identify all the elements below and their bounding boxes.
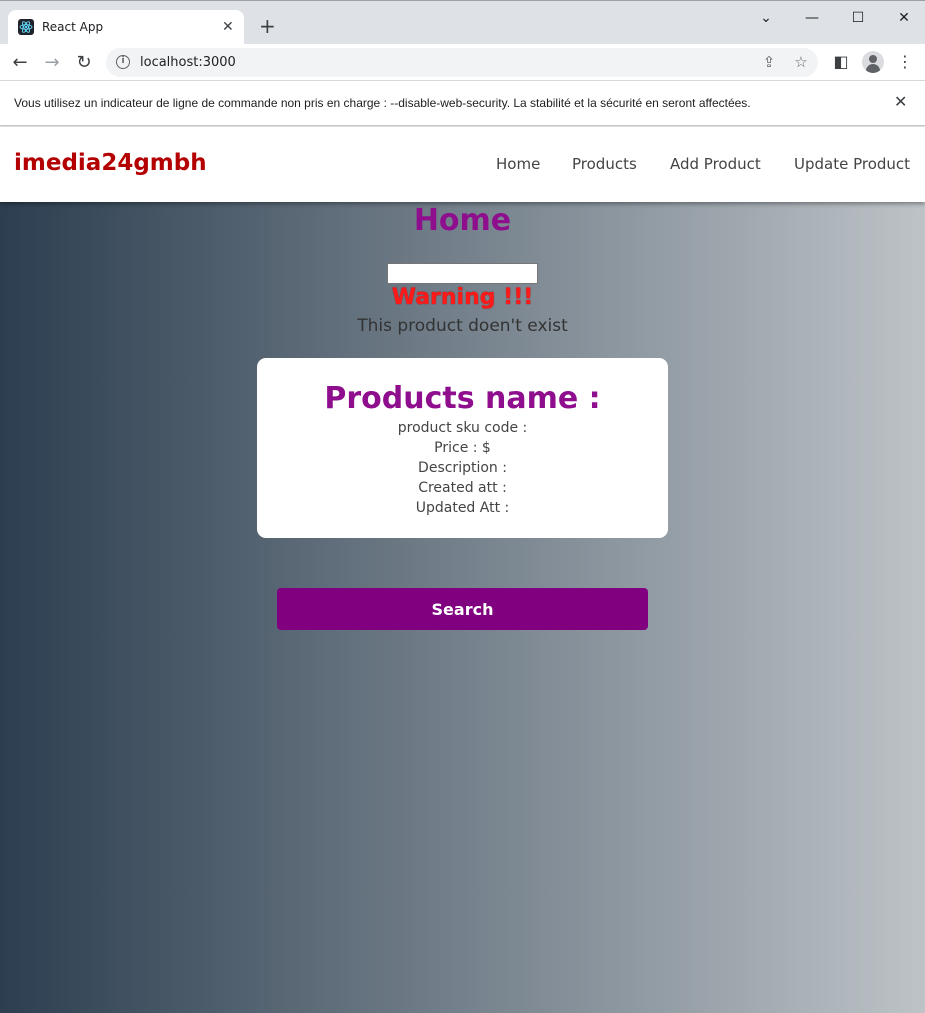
reload-icon[interactable]: ↻ xyxy=(73,52,95,74)
minimize-icon[interactable]: ⌄ xyxy=(756,10,776,26)
product-name-title: Products name : xyxy=(324,381,601,416)
warning-message: This product doen't exist xyxy=(357,316,568,336)
product-card: Products name : product sku code : Price… xyxy=(257,358,668,538)
browser-tab[interactable]: React App ✕ xyxy=(8,10,244,45)
close-icon[interactable]: ✕ xyxy=(222,19,234,35)
minimize-icon[interactable]: — xyxy=(802,10,822,26)
star-icon[interactable]: ☆ xyxy=(792,53,810,71)
close-icon[interactable]: ✕ xyxy=(894,10,914,26)
product-sku: product sku code : xyxy=(397,420,528,436)
address-bar[interactable]: i localhost:3000 ⇪ ☆ xyxy=(106,48,818,77)
back-arrow-icon[interactable]: ← xyxy=(9,52,31,74)
product-description: Description : xyxy=(418,460,507,476)
nav-link-update-product[interactable]: Update Product xyxy=(794,155,910,173)
nav-link-home[interactable]: Home xyxy=(496,155,540,173)
close-icon[interactable]: ✕ xyxy=(894,93,907,111)
page-title: Home xyxy=(413,203,512,238)
side-panel-icon[interactable]: ◧ xyxy=(831,52,851,72)
site-navbar: imedia24gmbh Home Products Add Product U… xyxy=(0,127,925,202)
browser-toolbar: ← → ↻ i localhost:3000 ⇪ ☆ ◧ ⋮ xyxy=(0,44,925,81)
product-updated: Updated Att : xyxy=(415,500,510,516)
brand-logo[interactable]: imedia24gmbh xyxy=(14,150,207,176)
kebab-menu-icon[interactable]: ⋮ xyxy=(895,52,915,72)
browser-title-bar: React App ✕ + ⌄ — ☐ ✕ xyxy=(0,0,925,45)
profile-icon[interactable] xyxy=(862,51,884,73)
product-price: Price : $ xyxy=(434,440,491,456)
warning-title: Warning !!! xyxy=(391,285,534,310)
maximize-icon[interactable]: ☐ xyxy=(848,10,868,26)
plus-icon[interactable]: + xyxy=(259,16,276,36)
share-icon[interactable]: ⇪ xyxy=(760,53,778,71)
search-button[interactable]: Search xyxy=(277,588,648,630)
warning-infobar: Vous utilisez un indicateur de ligne de … xyxy=(0,81,925,126)
nav-link-products[interactable]: Products xyxy=(572,155,637,173)
react-icon xyxy=(18,19,34,35)
product-created: Created att : xyxy=(418,480,507,496)
forward-arrow-icon[interactable]: → xyxy=(41,52,63,74)
nav-link-add-product[interactable]: Add Product xyxy=(670,155,761,173)
url-text[interactable]: localhost:3000 xyxy=(140,55,236,70)
infobar-message: Vous utilisez un indicateur de ligne de … xyxy=(14,96,751,110)
info-icon[interactable]: i xyxy=(116,55,130,69)
search-input[interactable] xyxy=(387,263,538,284)
tab-title: React App xyxy=(42,20,104,34)
page-viewport: imedia24gmbh Home Products Add Product U… xyxy=(0,127,925,1013)
